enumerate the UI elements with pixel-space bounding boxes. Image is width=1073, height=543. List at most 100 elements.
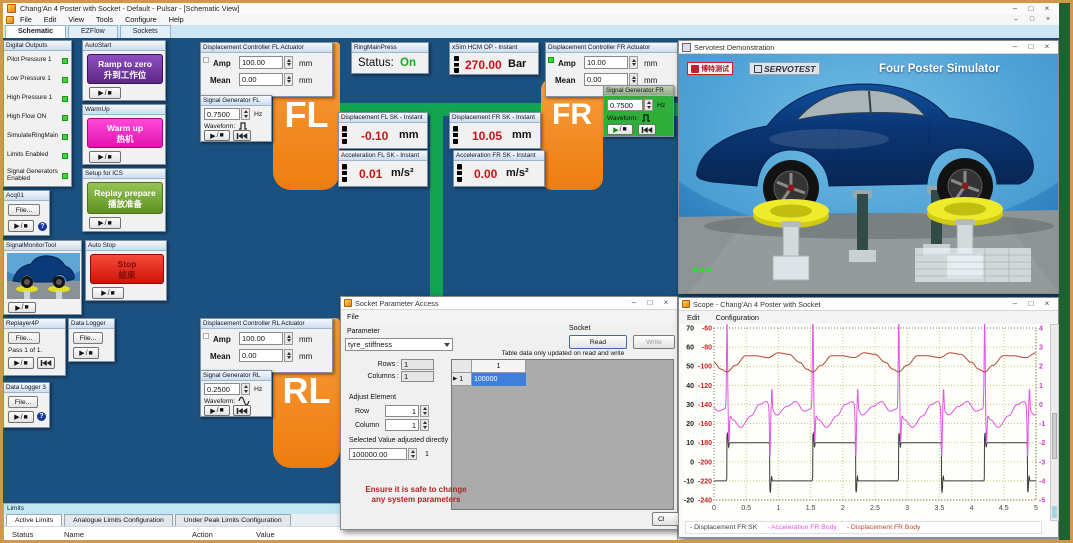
amp-spinner[interactable] (284, 56, 293, 69)
minimize-button[interactable]: – (1007, 42, 1023, 52)
write-button[interactable]: Write (633, 335, 675, 349)
minimize-button[interactable]: – (626, 298, 642, 308)
panel-digital-outputs: Digital Outputs Pilot Pressure 1 Low Pre… (3, 40, 72, 187)
scrollbar-thumb[interactable] (1052, 413, 1057, 459)
tab-schematic[interactable]: Schematic (5, 25, 66, 38)
column-action[interactable]: Action (192, 530, 213, 539)
frequency-field[interactable]: 0.7500 (204, 108, 240, 120)
dialog-title-bar[interactable]: Socket Parameter Access – □ × (341, 297, 677, 310)
play-stop-button[interactable]: ▶/■ (8, 220, 34, 232)
tab-ezflow[interactable]: EZFlow (68, 25, 118, 38)
read-button[interactable]: Read (569, 335, 627, 349)
limit-bar-icon (342, 164, 347, 182)
column-name[interactable]: Name (64, 530, 84, 539)
tab-sockets[interactable]: Sockets (120, 25, 171, 38)
row-spinner[interactable] (420, 405, 429, 417)
play-stop-button[interactable]: ▶/■ (204, 130, 230, 141)
play-stop-button[interactable]: ▶/■ (89, 151, 121, 163)
close-button[interactable]: × (1039, 4, 1055, 14)
close-icon[interactable]: × (658, 298, 674, 308)
amp-field[interactable]: 100.00 (239, 332, 283, 345)
table-cell-selected[interactable]: 100000 (472, 373, 526, 386)
amp-spinner[interactable] (284, 332, 293, 345)
menu-configuration[interactable]: Configuration (708, 313, 767, 322)
amp-field[interactable]: 10.00 (584, 56, 628, 69)
tab-active-limits[interactable]: Active Limits (6, 514, 62, 526)
play-stop-button[interactable]: ▶/■ (8, 302, 36, 313)
column-field[interactable]: 1 (385, 419, 419, 431)
column-status[interactable]: Status (12, 530, 33, 539)
mean-spinner[interactable] (284, 73, 293, 86)
minimize-button[interactable]: – (1007, 299, 1023, 309)
amp-field[interactable]: 100.00 (239, 56, 283, 69)
mean-field[interactable]: 0.00 (239, 349, 283, 362)
menu-file[interactable]: File (14, 15, 38, 24)
table-column-header[interactable]: 1 (472, 360, 526, 373)
scope-scrollbar[interactable] (1050, 324, 1059, 521)
menu-view[interactable]: View (62, 15, 90, 24)
warm-up-button[interactable]: Warm up 热机 (87, 118, 163, 148)
frequency-spinner[interactable] (644, 99, 653, 111)
rewind-button[interactable] (638, 124, 656, 135)
maximize-button[interactable]: □ (1023, 299, 1039, 309)
mean-field[interactable]: 0.00 (239, 73, 283, 86)
file-button[interactable]: File... (73, 332, 103, 344)
menu-configure[interactable]: Configure (119, 15, 163, 24)
play-stop-button[interactable]: ▶/■ (89, 217, 121, 229)
maximize-button[interactable]: □ (1023, 42, 1039, 52)
maximize-button[interactable]: □ (1023, 4, 1039, 14)
help-icon[interactable]: ? (37, 412, 46, 421)
window-title-bar[interactable]: Servotest Demonstration – □ × (679, 41, 1058, 54)
rewind-button[interactable] (233, 405, 251, 416)
frequency-spinner[interactable] (241, 383, 250, 395)
play-stop-button[interactable]: ▶/■ (204, 405, 230, 416)
menu-tools[interactable]: Tools (90, 15, 119, 24)
car-thumbnail[interactable] (7, 253, 80, 299)
frequency-spinner[interactable] (241, 108, 250, 120)
selected-value-field[interactable]: 100000.00 (349, 448, 407, 460)
rewind-button[interactable] (37, 357, 55, 369)
file-button[interactable]: File... (8, 332, 40, 344)
help-icon[interactable]: ? (38, 222, 47, 231)
menu-help[interactable]: Help (163, 15, 190, 24)
window-title-bar[interactable]: Scope - Chang'An 4 Poster with Socket – … (679, 298, 1058, 311)
menu-file[interactable]: File (341, 312, 365, 321)
tab-under-peak-limits[interactable]: Under Peak Limits Configuration (175, 514, 291, 526)
parameter-dropdown[interactable]: tyre_stiffness (345, 338, 453, 351)
close-icon[interactable]: × (1039, 42, 1055, 52)
amp-spinner[interactable] (629, 56, 638, 69)
row-field[interactable]: 1 (385, 405, 419, 417)
tab-analogue-limits[interactable]: Analogue Limits Configuration (64, 514, 173, 526)
child-minimize-button[interactable]: – (1008, 15, 1024, 25)
minimize-button[interactable]: – (1007, 4, 1023, 14)
stop-button[interactable]: Stop 结束 (90, 254, 164, 284)
frequency-field[interactable]: 0.7500 (607, 99, 643, 111)
play-stop-button[interactable]: ▶/■ (89, 87, 121, 99)
frequency-field[interactable]: 0.2500 (204, 383, 240, 395)
play-stop-button[interactable]: ▶/■ (8, 411, 34, 423)
simulator-3d-scene[interactable] (679, 54, 1058, 293)
ramp-to-zero-button[interactable]: Ramp to zero 升到工作位 (87, 54, 163, 84)
enable-checkbox[interactable] (203, 333, 209, 339)
selected-value-spinner[interactable] (408, 448, 417, 460)
file-button[interactable]: File... (8, 396, 38, 408)
play-stop-button[interactable]: ▶/■ (607, 124, 633, 135)
replay-prepare-button[interactable]: Replay prepare 播放准备 (87, 182, 163, 214)
column-spinner[interactable] (420, 419, 429, 431)
enable-checkbox[interactable] (203, 57, 209, 63)
play-stop-button[interactable]: ▶/■ (92, 287, 124, 299)
rewind-button[interactable] (233, 130, 251, 141)
mean-spinner[interactable] (284, 349, 293, 362)
column-value[interactable]: Value (256, 530, 275, 539)
menu-edit[interactable]: Edit (679, 313, 708, 322)
play-stop-button[interactable]: ▶/■ (73, 347, 99, 359)
table-row-header[interactable]: ▶ 1 (452, 373, 472, 386)
close-icon[interactable]: × (1039, 299, 1055, 309)
maximize-button[interactable]: □ (642, 298, 658, 308)
child-restore-button[interactable]: □ (1024, 15, 1040, 25)
play-stop-button[interactable]: ▶/■ (8, 357, 34, 369)
child-close-button[interactable]: × (1040, 15, 1056, 25)
actuator-block-fr-label: FR (552, 98, 592, 131)
menu-edit[interactable]: Edit (38, 15, 63, 24)
file-button[interactable]: File... (8, 204, 40, 216)
